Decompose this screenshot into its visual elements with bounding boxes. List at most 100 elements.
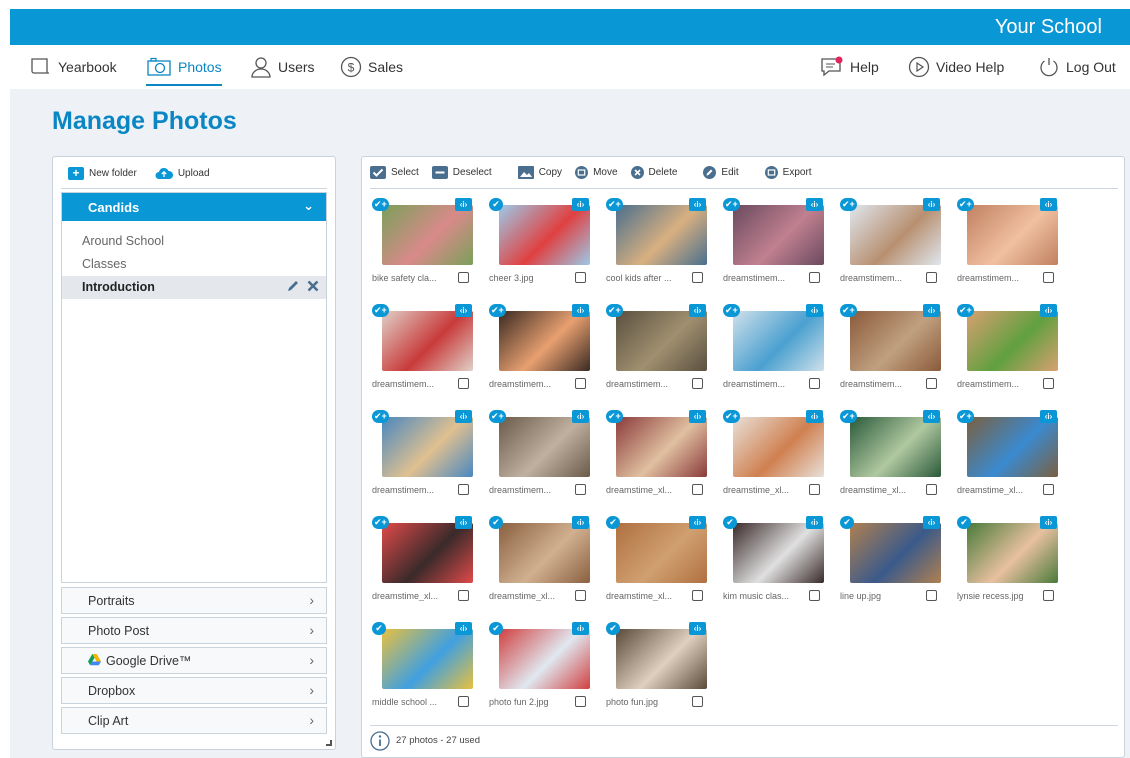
info-badge-icon[interactable]: ‹i› [689, 516, 706, 529]
new-folder-icon[interactable]: + [68, 167, 84, 180]
photo-tile[interactable]: ✔ ‹i› photo fun.jpg [606, 619, 721, 719]
photo-tile[interactable]: ✔+ ‹i› dreamstime_xl... [372, 513, 487, 613]
photo-tile[interactable]: ✔ ‹i› middle school ... [372, 619, 487, 719]
photo-checkbox[interactable] [809, 272, 820, 283]
photo-checkbox[interactable] [458, 272, 469, 283]
photo-checkbox[interactable] [1043, 590, 1054, 601]
info-badge-icon[interactable]: ‹i› [923, 304, 940, 317]
photo-thumbnail[interactable] [616, 205, 707, 265]
nav-help[interactable]: Help [820, 45, 879, 89]
info-badge-icon[interactable]: ‹i› [806, 410, 823, 423]
photo-thumbnail[interactable] [733, 417, 824, 477]
photo-checkbox[interactable] [809, 484, 820, 495]
photo-tile[interactable]: ✔+ ‹i› dreamstime_xl... [606, 407, 721, 507]
photo-checkbox[interactable] [692, 378, 703, 389]
photo-checkbox[interactable] [575, 272, 586, 283]
photo-thumbnail[interactable] [616, 417, 707, 477]
photo-tile[interactable]: ✔ ‹i› line up.jpg [840, 513, 955, 613]
photo-thumbnail[interactable] [499, 523, 590, 583]
photo-thumbnail[interactable] [499, 311, 590, 371]
pencil-icon[interactable] [286, 279, 300, 293]
photo-thumbnail[interactable] [499, 205, 590, 265]
info-badge-icon[interactable]: ‹i› [923, 516, 940, 529]
photo-tile[interactable]: ✔+ ‹i› dreamstime_xl... [840, 407, 955, 507]
photo-checkbox[interactable] [458, 696, 469, 707]
photo-tile[interactable]: ✔+ ‹i› dreamstimem... [840, 301, 955, 401]
photo-tile[interactable]: ✔ ‹i› lynsie recess.jpg [957, 513, 1072, 613]
info-badge-icon[interactable]: ‹i› [1040, 410, 1057, 423]
photo-checkbox[interactable] [809, 590, 820, 601]
delete-x-icon[interactable] [306, 279, 320, 293]
subfolder-around-school[interactable]: Around School [62, 230, 326, 253]
nav-photos[interactable]: Photos [146, 45, 222, 89]
info-badge-icon[interactable]: ‹i› [572, 410, 589, 423]
section-portraits[interactable]: Portraits › [61, 587, 327, 614]
photo-checkbox[interactable] [458, 590, 469, 601]
photo-tile[interactable]: ✔+ ‹i› dreamstimem... [840, 195, 955, 295]
photo-checkbox[interactable] [1043, 484, 1054, 495]
photo-thumbnail[interactable] [616, 629, 707, 689]
deselect-button[interactable]: Deselect [431, 166, 492, 179]
photo-tile[interactable]: ✔+ ‹i› dreamstimem... [489, 407, 604, 507]
photo-thumbnail[interactable] [850, 311, 941, 371]
photo-tile[interactable]: ✔+ ‹i› dreamstimem... [723, 195, 838, 295]
photo-tile[interactable]: ✔+ ‹i› dreamstimem... [372, 301, 487, 401]
info-badge-icon[interactable]: ‹i› [689, 198, 706, 211]
nav-sales[interactable]: $ Sales [340, 45, 403, 89]
photo-thumbnail[interactable] [967, 417, 1058, 477]
photo-checkbox[interactable] [926, 484, 937, 495]
photo-thumbnail[interactable] [733, 205, 824, 265]
photo-checkbox[interactable] [926, 590, 937, 601]
photo-checkbox[interactable] [809, 378, 820, 389]
photo-tile[interactable]: ✔ ‹i› cheer 3.jpg [489, 195, 604, 295]
photo-tile[interactable]: ✔ ‹i› kim music clas... [723, 513, 838, 613]
photo-thumbnail[interactable] [382, 205, 473, 265]
photo-tile[interactable]: ✔+ ‹i› dreamstime_xl... [723, 407, 838, 507]
nav-video-help[interactable]: Video Help [908, 45, 1004, 89]
export-button[interactable]: Export [764, 166, 812, 179]
photo-tile[interactable]: ✔ ‹i› photo fun 2.jpg [489, 619, 604, 719]
info-badge-icon[interactable]: ‹i› [689, 410, 706, 423]
upload-button[interactable]: Upload [178, 168, 210, 179]
info-badge-icon[interactable]: ‹i› [923, 410, 940, 423]
photo-checkbox[interactable] [692, 590, 703, 601]
photo-thumbnail[interactable] [967, 523, 1058, 583]
photo-checkbox[interactable] [575, 484, 586, 495]
photo-tile[interactable]: ✔ ‹i› dreamstime_xl... [606, 513, 721, 613]
select-button[interactable]: Select [370, 166, 419, 179]
folder-candids[interactable]: Candids ⌄ [62, 193, 326, 221]
photo-tile[interactable]: ✔+ ‹i› dreamstimem... [372, 407, 487, 507]
subfolder-classes[interactable]: Classes [62, 253, 326, 276]
info-badge-icon[interactable]: ‹i› [1040, 516, 1057, 529]
photo-tile[interactable]: ✔+ ‹i› dreamstimem... [489, 301, 604, 401]
cloud-upload-icon[interactable] [155, 167, 173, 180]
photo-checkbox[interactable] [692, 696, 703, 707]
edit-button[interactable]: Edit [703, 166, 739, 179]
photo-thumbnail[interactable] [850, 417, 941, 477]
photo-thumbnail[interactable] [499, 417, 590, 477]
section-google-drive[interactable]: Google Drive™ › [61, 647, 327, 674]
photo-thumbnail[interactable] [850, 205, 941, 265]
info-badge-icon[interactable]: ‹i› [806, 198, 823, 211]
photo-thumbnail[interactable] [499, 629, 590, 689]
photo-thumbnail[interactable] [733, 311, 824, 371]
nav-yearbook[interactable]: Yearbook [30, 45, 117, 89]
photo-checkbox[interactable] [575, 378, 586, 389]
info-badge-icon[interactable]: ‹i› [455, 516, 472, 529]
nav-users[interactable]: Users [250, 45, 315, 89]
info-badge-icon[interactable]: ‹i› [1040, 304, 1057, 317]
info-badge-icon[interactable]: ‹i› [455, 410, 472, 423]
photo-checkbox[interactable] [575, 590, 586, 601]
info-badge-icon[interactable]: ‹i› [455, 304, 472, 317]
photo-checkbox[interactable] [692, 484, 703, 495]
photo-thumbnail[interactable] [382, 311, 473, 371]
resize-handle[interactable] [326, 740, 332, 746]
section-dropbox[interactable]: Dropbox › [61, 677, 327, 704]
info-badge-icon[interactable]: ‹i› [572, 516, 589, 529]
photo-checkbox[interactable] [1043, 378, 1054, 389]
section-clip-art[interactable]: Clip Art › [61, 707, 327, 734]
photo-tile[interactable]: ✔ ‹i› dreamstime_xl... [489, 513, 604, 613]
info-badge-icon[interactable]: ‹i› [689, 304, 706, 317]
section-photo-post[interactable]: Photo Post › [61, 617, 327, 644]
photo-tile[interactable]: ✔+ ‹i› dreamstimem... [957, 195, 1072, 295]
